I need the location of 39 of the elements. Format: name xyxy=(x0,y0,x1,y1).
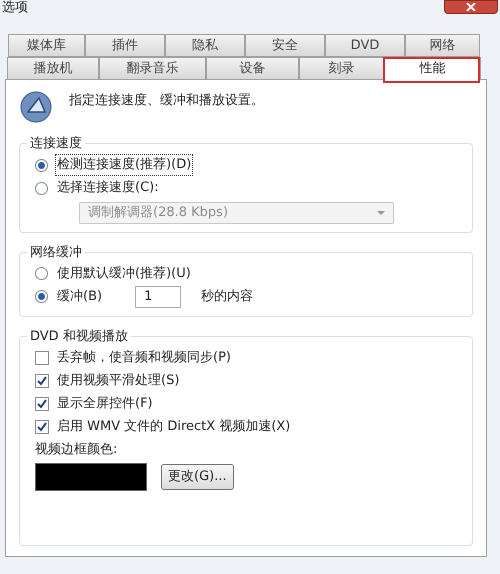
checkbox[interactable] xyxy=(35,351,49,365)
radio-button[interactable] xyxy=(35,290,48,303)
radio-label[interactable]: 使用默认缓冲(推荐)(U) xyxy=(56,264,192,284)
checkbox-label[interactable]: 使用视频平滑处理(S) xyxy=(57,371,180,391)
buffer-field[interactable]: 1 xyxy=(135,286,182,308)
radio-button[interactable] xyxy=(35,267,48,280)
radio-button[interactable] xyxy=(35,158,48,172)
checkbox-label[interactable]: 丢弃帧，使音频和视频同步(P) xyxy=(57,348,231,368)
group-title: 网络缓冲 xyxy=(29,244,83,262)
tab[interactable]: 翻录音乐 xyxy=(99,57,206,80)
close-button[interactable] xyxy=(444,0,498,14)
close-icon xyxy=(466,3,476,11)
dropdown-arrow-icon xyxy=(377,210,385,214)
change-button[interactable]: 更改(G)... xyxy=(161,464,234,490)
checkbox[interactable] xyxy=(35,420,49,434)
border-color-label: 视频边框颜色: xyxy=(35,440,118,459)
checkbox[interactable] xyxy=(35,397,49,411)
header-text: 指定连接速度、缓冲和播放设置。 xyxy=(69,92,264,110)
tab[interactable]: 隐私 xyxy=(165,34,245,57)
tab[interactable]: 播放机 xyxy=(7,57,99,80)
performance-icon xyxy=(19,90,53,124)
checkbox-label[interactable]: 显示全屏控件(F) xyxy=(57,394,153,414)
window-title: 选项 xyxy=(2,0,28,16)
checkbox[interactable] xyxy=(35,374,49,388)
tab[interactable]: DVD xyxy=(325,34,405,57)
tab[interactable]: 媒体库 xyxy=(8,34,85,57)
radio-label[interactable]: 缓冲(B) xyxy=(56,286,104,306)
tab[interactable]: 插件 xyxy=(85,34,165,57)
checkbox-label[interactable]: 启用 WMV 文件的 DirectX 视频加速(X) xyxy=(57,417,290,437)
radio-button[interactable] xyxy=(35,182,48,194)
tab[interactable]: 网络 xyxy=(405,34,480,57)
radio-label[interactable]: 选择连接速度(C): xyxy=(56,178,160,198)
tab[interactable]: 刻录 xyxy=(299,57,384,80)
seconds-label: 秒的内容 xyxy=(201,288,254,306)
group-title: DVD 和视频播放 xyxy=(29,328,129,346)
tab[interactable]: 设备 xyxy=(206,57,299,80)
tab[interactable]: 安全 xyxy=(245,34,325,57)
group-title: 连接速度 xyxy=(29,135,83,153)
radio-label[interactable]: 检测连接速度(推荐)(D) xyxy=(56,155,192,175)
